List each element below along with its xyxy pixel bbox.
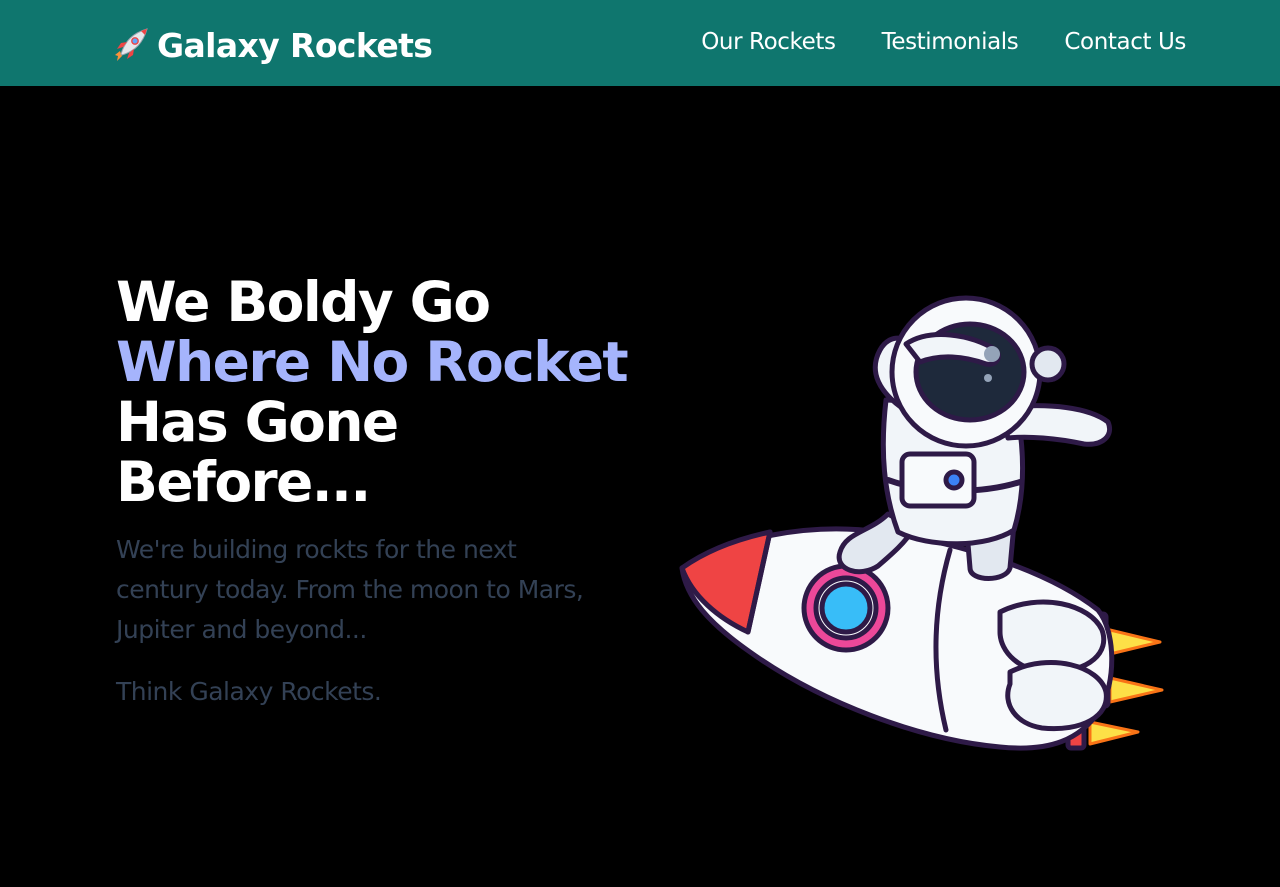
rocket-icon: [111, 25, 151, 65]
hero-tagline: Think Galaxy Rockets.: [116, 677, 382, 706]
hero-title: We Boldy Go Where No Rocket Has Gone Bef…: [116, 272, 676, 512]
main-nav: Our Rockets Testimonials Contact Us: [701, 29, 1186, 55]
hero-title-line-3: Has Gone: [116, 390, 399, 454]
nav-link-testimonials[interactable]: Testimonials: [882, 29, 1019, 55]
brand-name: Galaxy Rockets: [157, 25, 433, 65]
nav-link-contact-us[interactable]: Contact Us: [1064, 29, 1186, 55]
astronaut-on-rocket-illustration: [670, 232, 1170, 752]
hero-title-line-1: We Boldy Go: [116, 270, 491, 334]
hero-title-line-2: Where No Rocket: [116, 330, 629, 394]
nav-link-our-rockets[interactable]: Our Rockets: [701, 29, 836, 55]
brand-link[interactable]: Galaxy Rockets: [111, 25, 433, 65]
navbar: Galaxy Rockets Our Rockets Testimonials …: [0, 0, 1280, 86]
hero-description: We're building rockts for the next centu…: [116, 535, 584, 644]
hero-title-line-4: Before...: [116, 450, 371, 514]
hero-section: We Boldy Go Where No Rocket Has Gone Bef…: [0, 86, 1280, 887]
